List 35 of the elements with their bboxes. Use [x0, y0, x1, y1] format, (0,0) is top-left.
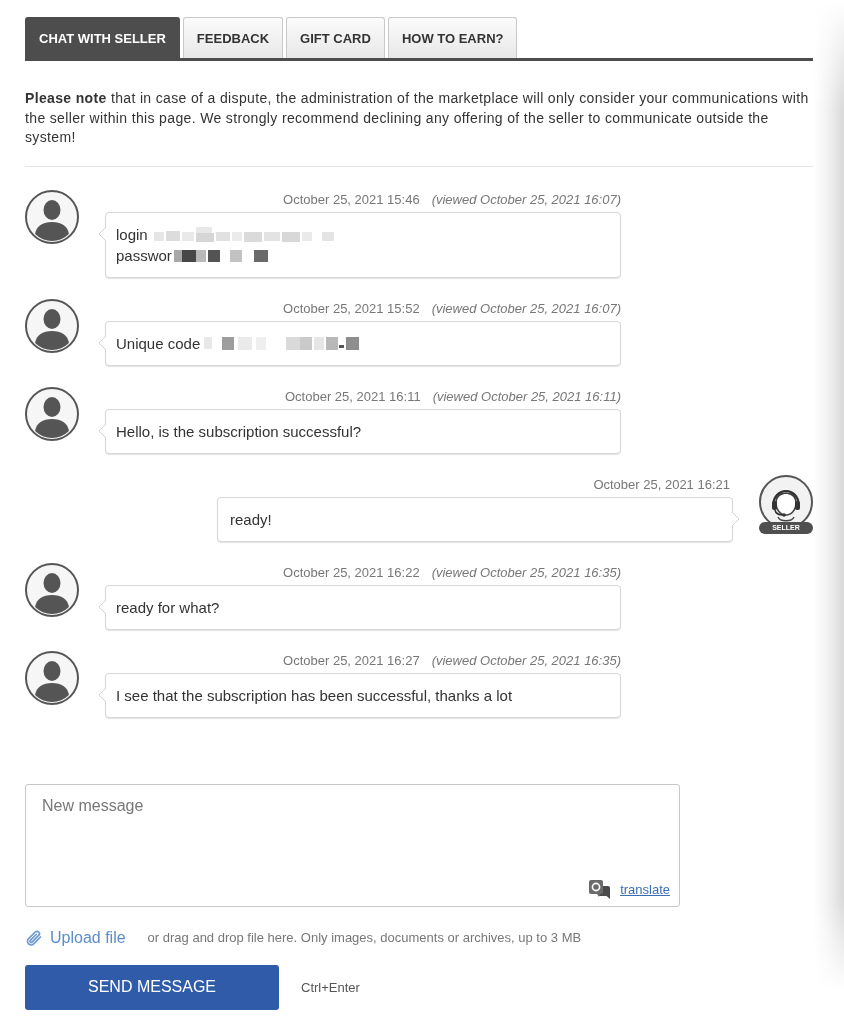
- person-avatar-icon: [25, 562, 79, 617]
- paperclip-icon: [25, 928, 43, 947]
- send-message-button[interactable]: SEND MESSAGE: [25, 964, 279, 1010]
- viewed-time: (viewed October 25, 2021 16:07): [431, 190, 621, 209]
- message-time: October 25, 2021 16:22: [283, 563, 420, 582]
- person-avatar-icon: [25, 189, 79, 244]
- message-time: October 25, 2021 15:46: [283, 190, 420, 209]
- message-text: Hello, is the subscription successful?: [116, 421, 362, 442]
- message-time: October 25, 2021 15:52: [283, 299, 420, 318]
- upload-file-link[interactable]: Upload file: [50, 928, 126, 947]
- message-text: Unique code: [116, 333, 201, 354]
- message-time: October 25, 2021 16:21: [593, 475, 730, 494]
- tab[interactable]: CHAT WITH SELLER: [25, 17, 180, 58]
- message-text: ready for what?: [116, 597, 220, 618]
- message-time: October 25, 2021 16:27: [283, 651, 420, 670]
- message-text: passwor: [116, 245, 172, 266]
- tab[interactable]: FEEDBACK: [182, 17, 284, 58]
- translate-link[interactable]: translate: [620, 881, 670, 897]
- person-avatar-icon: [25, 650, 79, 705]
- viewed-time: (viewed October 25, 2021 16:35): [431, 563, 621, 582]
- overlapping-squares-icon: [589, 879, 611, 899]
- message-text: I see that the subscription has been successful, thanks a lot: [116, 685, 513, 706]
- shortcut-hint: Ctrl+Enter: [301, 979, 360, 995]
- message-time: October 25, 2021 16:11: [285, 387, 421, 406]
- viewed-time: (viewed October 25, 2021 16:07): [431, 299, 621, 318]
- person-avatar-icon: [25, 298, 79, 353]
- message-text: ready!: [230, 509, 272, 530]
- notice-text: Please note that in case of a dispute, the administration of the marketplace will only consider your communications with the seller within this page. We strongly recommend declining any offering of the seller to communicate outside the system!: [25, 89, 810, 147]
- upload-hint: or drag and drop file here. Only images, documents or archives, up to 3 MB: [147, 930, 582, 945]
- person-avatar-icon: [25, 386, 79, 441]
- tab[interactable]: HOW TO EARN?: [387, 17, 518, 58]
- viewed-time: (viewed October 25, 2021 16:35): [431, 651, 621, 670]
- tab[interactable]: GIFT CARD: [286, 17, 385, 58]
- viewed-time: (viewed October 25, 2021 16:11): [432, 387, 621, 406]
- message-text: login: [116, 224, 148, 245]
